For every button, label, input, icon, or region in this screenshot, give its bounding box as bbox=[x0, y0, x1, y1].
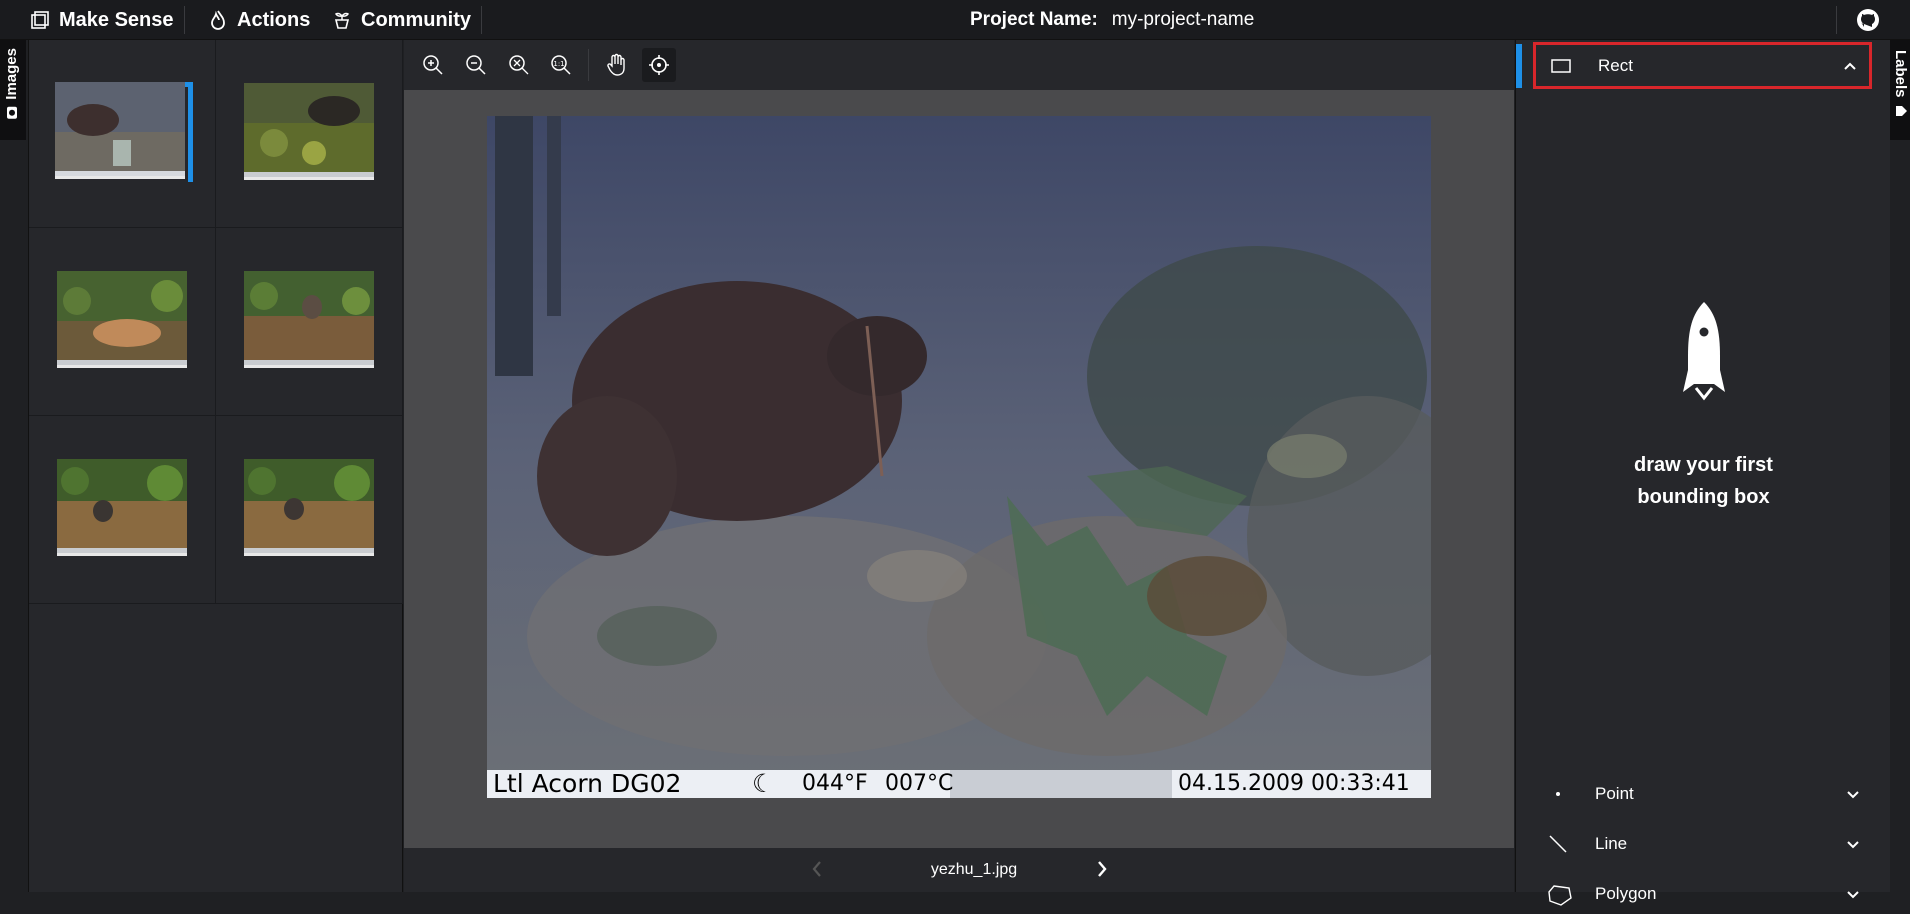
project-name-label: Project Name: bbox=[970, 9, 1098, 30]
project-name-group: Project Name: my-project-name bbox=[970, 0, 1254, 40]
zoom-in-icon[interactable] bbox=[416, 48, 450, 82]
line-tool-header[interactable]: Line bbox=[1533, 824, 1872, 864]
chevron-right-icon[interactable] bbox=[1094, 858, 1110, 885]
rocket-icon bbox=[1682, 302, 1725, 401]
image-thumbnail-list[interactable] bbox=[28, 40, 403, 892]
rect-tool-label: Rect bbox=[1598, 55, 1633, 75]
images-side-tab[interactable]: Images bbox=[0, 40, 26, 140]
thumbnail-cell[interactable] bbox=[29, 416, 216, 604]
caption-left-block: Ltl Acorn DG02 ☾ 044°F 007°C bbox=[487, 769, 954, 798]
polygon-icon bbox=[1548, 885, 1572, 906]
actions-menu[interactable]: Actions bbox=[208, 0, 310, 40]
thumbnail-cell[interactable] bbox=[216, 40, 403, 228]
thumbnail-image[interactable] bbox=[57, 271, 187, 368]
top-bar: Make Sense Actions Community Project Nam… bbox=[0, 0, 1910, 40]
point-tool-header[interactable]: Point bbox=[1533, 774, 1872, 814]
empty-message-line1: draw your first bbox=[1634, 454, 1773, 476]
empty-state: draw your first bounding box bbox=[1516, 300, 1891, 513]
svg-text:1:1: 1:1 bbox=[553, 60, 564, 68]
rect-tool-header[interactable]: Rect bbox=[1533, 42, 1872, 89]
empty-message-line2: bounding box bbox=[1637, 486, 1770, 508]
community-label: Community bbox=[361, 8, 471, 31]
chevron-down-icon[interactable] bbox=[1844, 786, 1862, 804]
polygon-tool-label: Polygon bbox=[1595, 884, 1657, 903]
community-menu[interactable]: Community bbox=[332, 0, 471, 40]
topbar-divider bbox=[184, 6, 185, 34]
plant-icon bbox=[334, 12, 350, 29]
labels-tab-label: Labels bbox=[1892, 50, 1909, 98]
thumbnail-image[interactable] bbox=[244, 83, 374, 180]
thumbnail-cell[interactable] bbox=[29, 40, 216, 228]
caption-temp-c: 007°C bbox=[885, 771, 954, 796]
camera-icon bbox=[7, 106, 18, 119]
point-icon bbox=[1556, 792, 1560, 796]
moon-icon: ☾ bbox=[752, 769, 775, 798]
thumbnail-cell[interactable] bbox=[216, 416, 403, 604]
brand-name: Make Sense bbox=[59, 8, 174, 31]
topbar-divider bbox=[481, 6, 482, 34]
zoom-fit-icon[interactable] bbox=[502, 48, 536, 82]
caption-datetime: 04.15.2009 00:33:41 bbox=[1172, 770, 1431, 798]
camera-caption-bar: Ltl Acorn DG02 ☾ 044°F 007°C 04.15.2009 … bbox=[487, 770, 1431, 798]
polygon-tool-header[interactable]: Polygon bbox=[1533, 874, 1872, 914]
caption-camera-model: Ltl Acorn DG02 bbox=[493, 769, 682, 798]
thumbnail-cell[interactable] bbox=[29, 228, 216, 416]
github-icon[interactable] bbox=[1856, 8, 1880, 37]
chevron-down-icon[interactable] bbox=[1844, 836, 1862, 854]
editor-toolbar: 1:1 bbox=[404, 40, 1514, 90]
point-tool-label: Point bbox=[1595, 784, 1634, 803]
thumbnail-image[interactable] bbox=[55, 82, 185, 179]
thumbnail-image[interactable] bbox=[57, 459, 187, 556]
chevron-down-icon[interactable] bbox=[1844, 886, 1862, 904]
image-navigation-bar: yezhu_1.jpg bbox=[404, 848, 1514, 892]
zoom-actual-icon[interactable]: 1:1 bbox=[544, 48, 578, 82]
line-icon bbox=[1549, 835, 1567, 853]
brand-logo[interactable]: Make Sense bbox=[30, 0, 174, 40]
chevron-left-icon[interactable] bbox=[809, 858, 825, 885]
thumbnail-image[interactable] bbox=[244, 271, 374, 368]
brand-icon bbox=[31, 11, 49, 29]
actions-label: Actions bbox=[237, 8, 311, 31]
thumbnail-cell[interactable] bbox=[216, 228, 403, 416]
project-name-value[interactable]: my-project-name bbox=[1112, 9, 1255, 31]
editor-photo[interactable]: Ltl Acorn DG02 ☾ 044°F 007°C 04.15.2009 … bbox=[487, 116, 1431, 798]
crosshair-icon[interactable] bbox=[642, 48, 676, 82]
current-filename: yezhu_1.jpg bbox=[930, 861, 1018, 878]
toolbar-divider bbox=[588, 49, 589, 81]
hand-icon[interactable] bbox=[600, 48, 634, 82]
caption-temp-f: 044°F bbox=[802, 771, 868, 796]
rect-icon bbox=[1551, 59, 1571, 73]
chevron-up-icon[interactable] bbox=[1841, 57, 1859, 75]
labels-side-tab[interactable]: Labels bbox=[1890, 40, 1910, 140]
topbar-divider bbox=[1836, 6, 1837, 34]
line-tool-label: Line bbox=[1595, 834, 1628, 853]
thumbnail-image[interactable] bbox=[244, 459, 374, 556]
images-tab-label: Images bbox=[3, 48, 20, 100]
active-tool-indicator bbox=[1516, 44, 1522, 88]
flame-icon bbox=[211, 10, 225, 30]
zoom-out-icon[interactable] bbox=[459, 48, 493, 82]
image-canvas[interactable]: Ltl Acorn DG02 ☾ 044°F 007°C 04.15.2009 … bbox=[404, 90, 1514, 848]
label-tools-panel: Rect draw your first bounding box Point … bbox=[1515, 40, 1891, 906]
tag-icon bbox=[1895, 105, 1907, 116]
